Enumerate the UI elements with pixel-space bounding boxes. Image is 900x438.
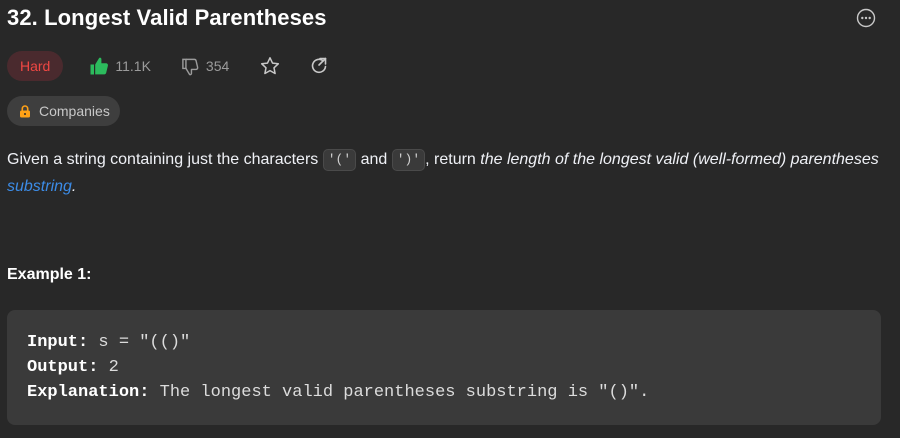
thumbs-down-icon (182, 58, 199, 75)
description-end: . (71, 178, 77, 195)
share-icon (312, 57, 327, 74)
example-output-line: Output: 2 (27, 355, 649, 380)
problem-description: Given a string containing just the chara… (7, 146, 887, 200)
example-explanation-line: Explanation: The longest valid parenthes… (27, 380, 649, 405)
example-input-line: Input: s = "(()" (27, 330, 649, 355)
example-content: Input: s = "(()" Output: 2 Explanation: Th… (27, 330, 649, 405)
description-text: and (356, 151, 392, 168)
favorite-star-button[interactable] (260, 56, 280, 76)
star-icon (261, 57, 280, 75)
description-text: Given a string containing just the chara… (7, 151, 323, 168)
lock-icon (20, 104, 30, 117)
dislike-button[interactable]: 354 (181, 57, 229, 76)
input-value: s = "(()" (88, 333, 191, 352)
problem-meta-row: Hard 11.1K 354 (7, 51, 329, 81)
dislike-count: 354 (205, 58, 230, 74)
like-count: 11.1K (115, 58, 151, 74)
thumbs-up-icon (90, 57, 109, 75)
description-emphasis: the length of the longest valid (well-fo… (480, 151, 879, 168)
substring-link[interactable]: substring (7, 178, 72, 195)
difficulty-badge: Hard (7, 51, 64, 81)
input-label: Input: (27, 333, 89, 352)
like-button[interactable]: 11.1K (89, 56, 151, 76)
example-heading: Example 1: (7, 266, 92, 283)
char-open-paren: '(' (322, 149, 357, 171)
problem-title: 32. Longest Valid Parentheses (7, 5, 327, 30)
char-close-paren: ')' (391, 149, 426, 171)
description-text: , return (425, 151, 481, 168)
explanation-value: The longest valid parentheses substring … (149, 383, 650, 402)
output-label: Output: (27, 358, 99, 377)
output-value: 2 (98, 358, 119, 377)
companies-label: Companies (39, 103, 110, 119)
explanation-label: Explanation: (27, 383, 150, 402)
more-options-icon[interactable] (855, 7, 877, 29)
example-box: Input: s = "(()" Output: 2 Explanation: Th… (7, 310, 881, 425)
companies-button[interactable]: Companies (7, 96, 120, 126)
share-button[interactable] (309, 56, 329, 76)
